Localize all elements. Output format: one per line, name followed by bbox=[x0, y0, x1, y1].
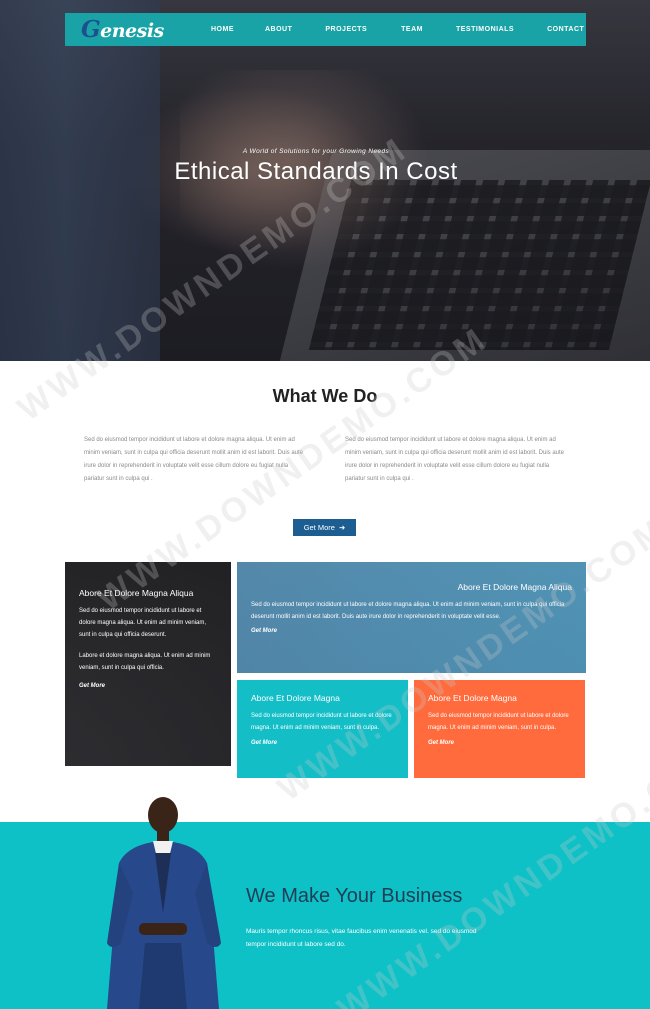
service-card-text: Sed do eiusmod tempor incididunt ut labo… bbox=[251, 713, 392, 731]
businessman-image bbox=[107, 797, 221, 1009]
get-more-button[interactable]: Get More ➜ bbox=[293, 519, 356, 536]
hero-title: Ethical Standards In Cost bbox=[174, 158, 458, 185]
what-we-do-title: What We Do bbox=[272, 386, 378, 406]
service-card-link[interactable]: Get More bbox=[251, 628, 572, 634]
service-card-dark: Abore Et Dolore Magna Aliqua Sed do eius… bbox=[65, 562, 231, 766]
what-we-do-text-right: Sed do eiusmod tempor incididunt ut labo… bbox=[345, 437, 564, 482]
logo-text: enesis bbox=[100, 20, 164, 42]
service-card-text: Sed do eiusmod tempor incididunt ut labo… bbox=[251, 602, 565, 620]
service-card-text: Sed do eiusmod tempor incididunt ut labo… bbox=[79, 608, 207, 638]
nav-item-home[interactable]: HOME bbox=[211, 26, 234, 33]
nav-item-contact[interactable]: CONTACT bbox=[547, 26, 584, 33]
service-card-link[interactable]: Get More bbox=[79, 683, 217, 689]
service-card-title: Abore Et Dolore Magna Aliqua bbox=[79, 588, 194, 598]
service-card-teal: Abore Et Dolore Magna Sed do eiusmod tem… bbox=[237, 680, 408, 778]
site-logo[interactable]: Genesis bbox=[81, 16, 195, 43]
service-card-link[interactable]: Get More bbox=[428, 740, 571, 746]
service-card-text: Sed do eiusmod tempor incididunt ut labo… bbox=[428, 713, 569, 731]
nav-item-team[interactable]: TEAM bbox=[401, 26, 423, 33]
service-card-wide: Abore Et Dolore Magna Aliqua Sed do eius… bbox=[237, 562, 586, 673]
what-we-do-text-left: Sed do eiusmod tempor incididunt ut labo… bbox=[84, 437, 303, 482]
service-card-title: Abore Et Dolore Magna Aliqua bbox=[457, 582, 572, 592]
get-more-label: Get More bbox=[303, 523, 335, 532]
business-title: We Make Your Business bbox=[246, 885, 463, 907]
service-card-title: Abore Et Dolore Magna bbox=[251, 693, 340, 703]
hero-tagline: A World of Solutions for your Growing Ne… bbox=[242, 148, 390, 155]
top-navbar: Genesis HOME ABOUT PROJECTS TEAM TESTIMO… bbox=[65, 13, 586, 46]
hero-section: Genesis HOME ABOUT PROJECTS TEAM TESTIMO… bbox=[0, 0, 650, 361]
service-card-link[interactable]: Get More bbox=[251, 740, 394, 746]
nav-menu: HOME ABOUT PROJECTS TEAM TESTIMONIALS CO… bbox=[211, 26, 584, 33]
logo-initial: G bbox=[81, 16, 101, 43]
arrow-right-icon: ➜ bbox=[338, 523, 346, 532]
service-card-text-secondary: Labore et dolore magna aliqua. Ut enim a… bbox=[79, 653, 211, 671]
service-card-orange: Abore Et Dolore Magna Sed do eiusmod tem… bbox=[414, 680, 585, 778]
business-text: Mauris tempor rhoncus risus, vitae fauci… bbox=[246, 928, 477, 948]
nav-item-testimonials[interactable]: TESTIMONIALS bbox=[456, 26, 514, 33]
service-card-title: Abore Et Dolore Magna bbox=[428, 693, 517, 703]
business-section bbox=[0, 822, 650, 1009]
nav-item-about[interactable]: ABOUT bbox=[265, 26, 292, 33]
nav-item-projects[interactable]: PROJECTS bbox=[325, 26, 367, 33]
